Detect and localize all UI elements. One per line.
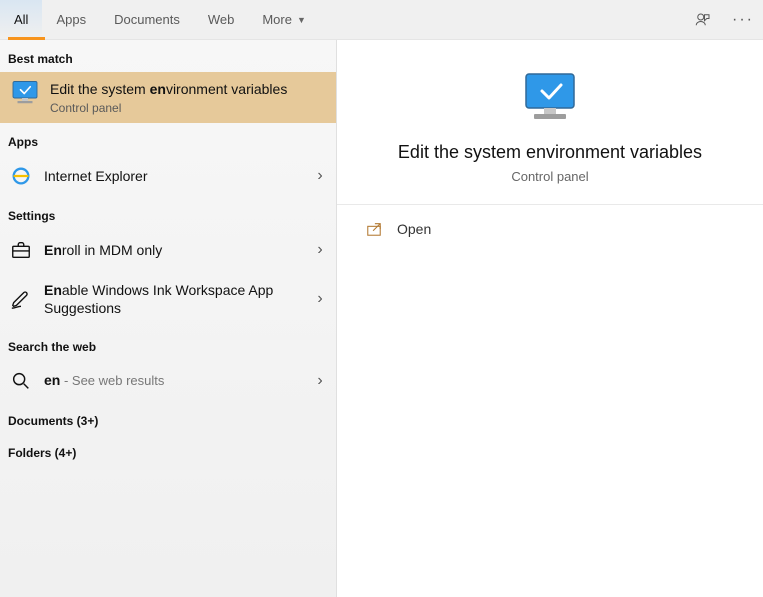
tab-label: Apps [56, 12, 86, 27]
section-search-web: Search the web [0, 328, 336, 360]
feedback-icon[interactable] [683, 0, 723, 39]
search-icon [10, 370, 32, 392]
best-match-title: Edit the system environment variables [50, 80, 326, 98]
tab-web[interactable]: Web [194, 0, 249, 39]
result-label: Enable Windows Ink Workspace App Suggest… [44, 281, 302, 317]
ie-icon [10, 165, 32, 187]
section-settings: Settings [0, 197, 336, 229]
tab-label: More [262, 12, 292, 27]
monitor-check-icon [10, 80, 40, 106]
tab-label: All [14, 12, 28, 27]
preview-title: Edit the system environment variables [357, 142, 743, 163]
briefcase-icon [10, 239, 32, 261]
best-match-item[interactable]: Edit the system environment variables Co… [0, 72, 336, 123]
chevron-down-icon: ▼ [297, 15, 306, 25]
tab-apps[interactable]: Apps [42, 0, 100, 39]
action-open[interactable]: Open [337, 205, 763, 253]
tab-active-underline [8, 37, 45, 40]
tab-bar: All Apps Documents Web More ▼ ··· [0, 0, 763, 40]
section-folders[interactable]: Folders (4+) [0, 434, 336, 466]
section-best-match: Best match [0, 40, 336, 72]
chevron-right-icon: › [314, 167, 326, 185]
tab-label: Web [208, 12, 235, 27]
chevron-right-icon: › [314, 372, 326, 390]
chevron-right-icon: › [314, 241, 326, 259]
result-label: en - See web results [44, 371, 302, 390]
pen-icon [10, 288, 32, 310]
section-apps: Apps [0, 123, 336, 155]
results-panel: Best match Edit the system environment v… [0, 40, 337, 597]
tab-more[interactable]: More ▼ [248, 0, 320, 39]
tab-documents[interactable]: Documents [100, 0, 194, 39]
monitor-check-icon-large [518, 70, 582, 126]
result-windows-ink[interactable]: Enable Windows Ink Workspace App Suggest… [0, 271, 336, 327]
result-web-search[interactable]: en - See web results › [0, 360, 336, 402]
preview-panel: Edit the system environment variables Co… [337, 40, 763, 597]
more-options-icon[interactable]: ··· [723, 0, 763, 39]
chevron-right-icon: › [314, 290, 326, 308]
result-label: Enroll in MDM only [44, 241, 302, 259]
result-internet-explorer[interactable]: Internet Explorer › [0, 155, 336, 197]
preview-subtitle: Control panel [357, 169, 743, 184]
open-icon [365, 221, 383, 237]
section-documents[interactable]: Documents (3+) [0, 402, 336, 434]
best-match-subtitle: Control panel [50, 101, 326, 115]
action-label: Open [397, 221, 431, 237]
ellipsis-icon: ··· [732, 11, 754, 29]
result-label: Internet Explorer [44, 167, 302, 185]
tab-label: Documents [114, 12, 180, 27]
tab-all[interactable]: All [0, 0, 42, 39]
result-enroll-mdm[interactable]: Enroll in MDM only › [0, 229, 336, 271]
